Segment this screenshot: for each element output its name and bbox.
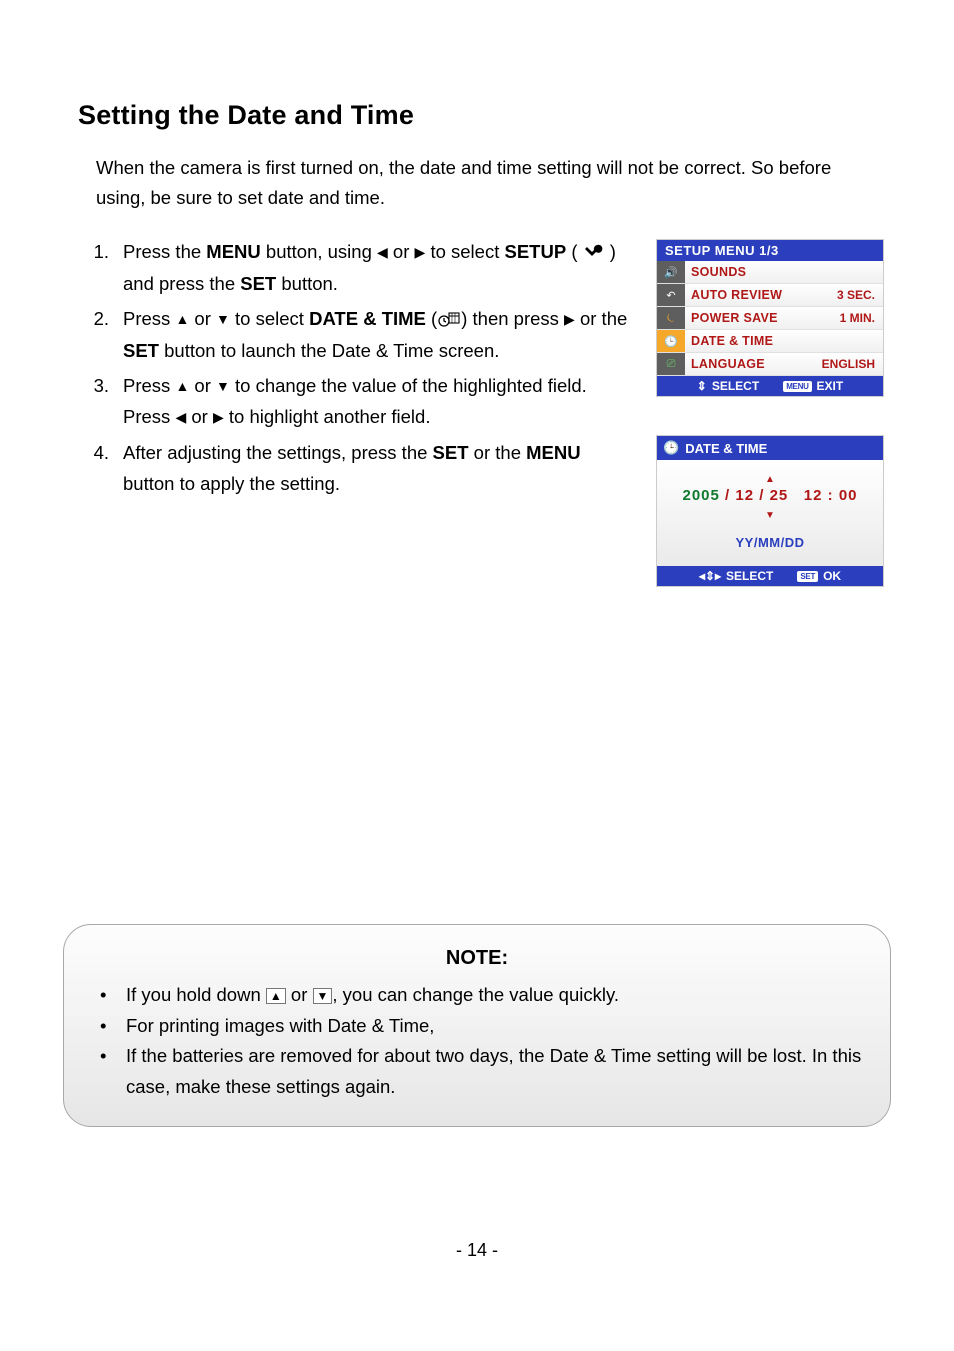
language-icon: ⎚ [657,353,685,375]
updown-icon: ⇕ [697,379,707,393]
menu-row-powersave: ⏾ POWER SAVE 1 MIN. [657,307,883,330]
nav-arrows-icon: ◂⇕▸ [699,569,721,583]
triangle-right-icon: ▶ [213,406,224,430]
clock-icon: 🕒 [663,440,679,456]
triangle-right-icon: ▶ [564,308,575,332]
triangle-down-icon: ▼ [313,988,333,1004]
menu-row-autoreview: ↶ AUTO REVIEW 3 SEC. [657,284,883,307]
setup-menu-header: SETUP MENU 1/3 [657,240,883,261]
step-number: 3. [83,370,123,433]
datetime-format: YY/MM/DD [657,535,883,550]
step-text: Press ▲ or ▼ to select DATE & TIME () th… [123,303,630,366]
triangle-down-icon: ▼ [216,308,230,332]
step-number: 4. [83,437,123,500]
setup-menu-footer: ⇕SELECT MENUEXIT [657,376,883,396]
note-item: • If you hold down ▲ or ▼, you can chang… [92,980,862,1011]
undo-icon: ↶ [657,284,685,306]
clock-icon: 🕒 [657,330,685,352]
step-number: 2. [83,303,123,366]
step-text: After adjusting the settings, press the … [123,437,630,500]
datetime-header: 🕒 DATE & TIME [657,436,883,460]
triangle-down-icon: ▼ [216,375,230,399]
triangle-up-icon: ▲ [175,308,189,332]
note-item: • For printing images with Date & Time, [92,1011,862,1042]
menu-badge: MENU [783,381,811,392]
step-text: Press ▲ or ▼ to change the value of the … [123,370,630,433]
setup-wrench-icon [583,239,605,257]
speaker-icon: 🔊 [657,261,685,283]
triangle-left-icon: ◀ [175,406,186,430]
triangle-right-icon: ▶ [415,241,426,265]
datetime-footer: ◂⇕▸SELECT SETOK [657,566,883,586]
datetime-screenshot: 🕒 DATE & TIME ▲ 2005 / 12 / 25 12 : 00 ▼… [656,435,884,587]
note-box: NOTE: • If you hold down ▲ or ▼, you can… [63,924,891,1127]
powersave-icon: ⏾ [657,307,685,329]
triangle-up-icon: ▲ [175,375,189,399]
triangle-up-icon: ▲ [743,475,797,485]
menu-row-sounds: 🔊 SOUNDS [657,261,883,284]
note-item: • If the batteries are removed for about… [92,1041,862,1102]
clock-calendar-icon [437,307,461,327]
note-title: NOTE: [92,947,862,970]
menu-row-language: ⎚ LANGUAGE ENGLISH [657,353,883,376]
page-number: - 14 - [0,1240,954,1261]
setup-menu-screenshot: SETUP MENU 1/3 🔊 SOUNDS ↶ AUTO REVIEW 3 … [656,239,884,397]
step-number: 1. [83,236,123,299]
page-title: Setting the Date and Time [78,100,884,131]
triangle-up-icon: ▲ [266,988,286,1004]
intro-text: When the camera is first turned on, the … [96,153,884,212]
datetime-values: 2005 / 12 / 25 12 : 00 [657,485,883,506]
menu-row-datetime: 🕒 DATE & TIME [657,330,883,353]
set-badge: SET [797,571,818,582]
triangle-down-icon: ▼ [743,511,797,521]
steps-list: 1. Press the MENU button, using ◀ or ▶ t… [83,236,630,587]
step-text: Press the MENU button, using ◀ or ▶ to s… [123,236,630,299]
triangle-left-icon: ◀ [377,241,388,265]
